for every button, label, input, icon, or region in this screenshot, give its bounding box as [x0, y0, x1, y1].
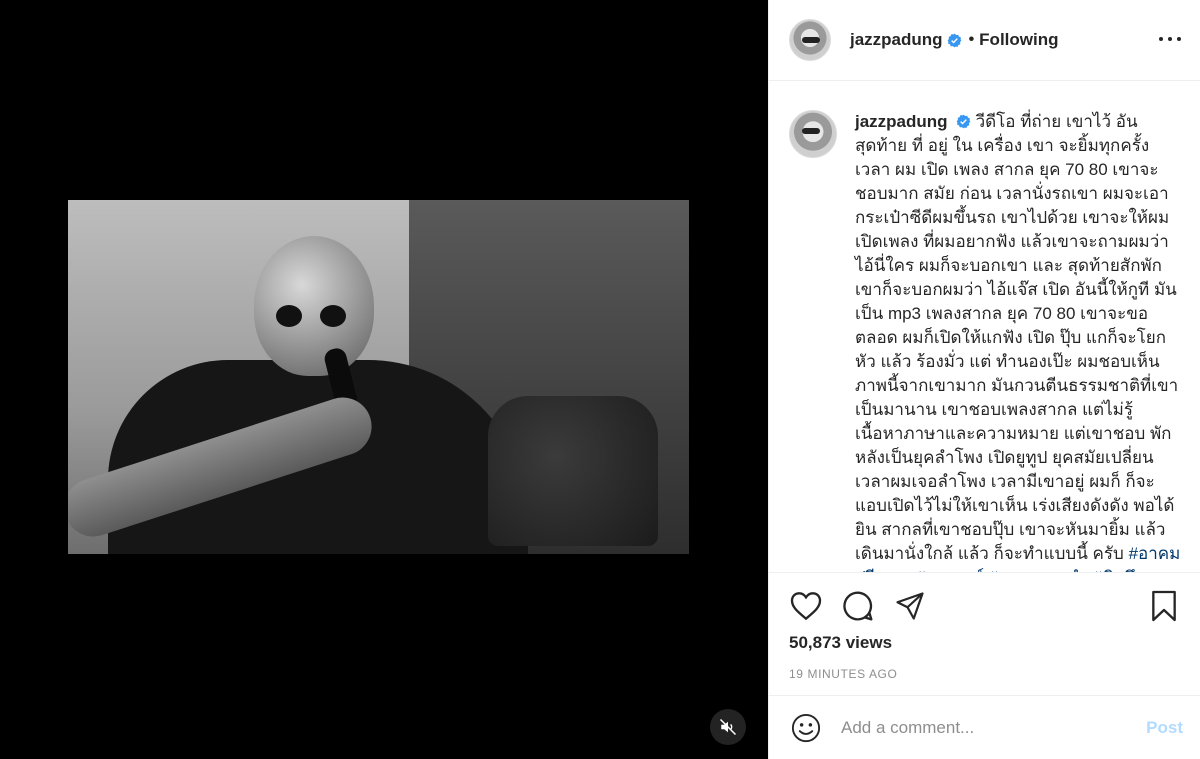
- caption-avatar[interactable]: [789, 110, 837, 158]
- comment-icon: [843, 591, 873, 621]
- share-button[interactable]: [893, 589, 927, 623]
- like-button[interactable]: [789, 589, 823, 623]
- follow-status-button[interactable]: Following: [979, 30, 1058, 50]
- action-icon-row: [789, 589, 1181, 623]
- heart-icon: [790, 592, 822, 621]
- media-pane: [0, 0, 768, 759]
- post-actions: 50,873 views 19 MINUTES AGO Post: [769, 572, 1200, 759]
- post-details-panel: jazzpadung • Following jazzpadung วีดีโอ…: [768, 0, 1200, 759]
- save-button[interactable]: [1147, 589, 1181, 623]
- verified-badge-icon: [956, 114, 970, 129]
- video-player[interactable]: [68, 200, 689, 554]
- post-header: jazzpadung • Following: [769, 0, 1200, 81]
- paper-plane-icon: [896, 592, 924, 620]
- mute-toggle-button[interactable]: [710, 709, 746, 745]
- post-comment-button[interactable]: Post: [1146, 718, 1183, 738]
- verified-badge-icon: [947, 33, 961, 47]
- author-username[interactable]: jazzpadung: [850, 30, 943, 50]
- emoji-button[interactable]: [789, 711, 823, 745]
- caption-username[interactable]: jazzpadung: [855, 112, 948, 131]
- avatar[interactable]: [789, 19, 831, 61]
- caption-body: วีดีโอ ที่ถ่าย เขาไว้ อัน สุดท้าย ที่ อย…: [855, 112, 1179, 563]
- comment-button[interactable]: [841, 589, 875, 623]
- bookmark-icon: [1152, 590, 1176, 622]
- emoji-icon: [791, 713, 821, 743]
- post-timestamp[interactable]: 19 MINUTES AGO: [789, 667, 897, 681]
- post-dialog: jazzpadung • Following jazzpadung วีดีโอ…: [0, 0, 1200, 759]
- caption-section: jazzpadung วีดีโอ ที่ถ่าย เขาไว้ อัน สุด…: [769, 82, 1200, 572]
- comment-input[interactable]: [841, 718, 1147, 738]
- view-count[interactable]: 50,873 views: [789, 633, 892, 653]
- comment-form: Post: [769, 695, 1200, 759]
- separator-dot: •: [968, 31, 975, 48]
- more-options-icon[interactable]: [1159, 28, 1181, 50]
- caption-text: jazzpadung วีดีโอ ที่ถ่าย เขาไว้ อัน สุด…: [855, 110, 1185, 572]
- muted-speaker-icon: [719, 718, 737, 736]
